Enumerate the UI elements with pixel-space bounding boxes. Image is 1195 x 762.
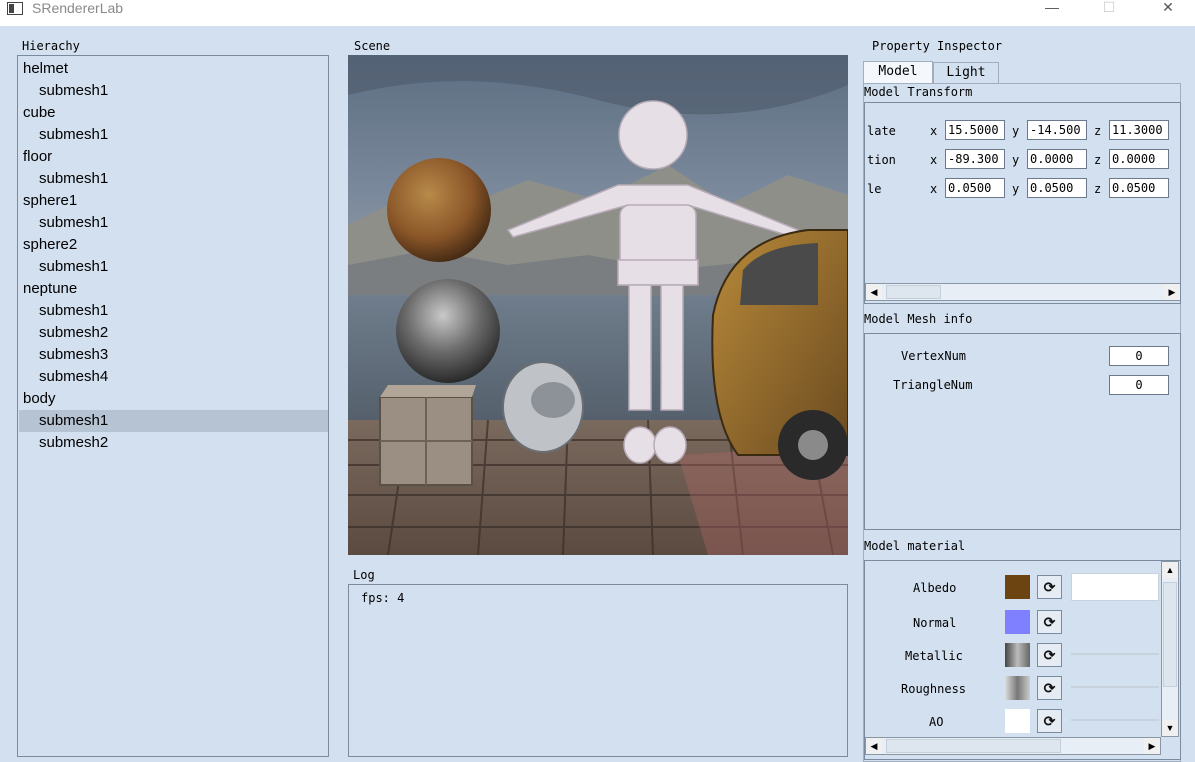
ao-reload-icon[interactable]: ⟳ [1037,709,1062,733]
translate-z-input[interactable]: 11.3000 [1109,120,1169,140]
app-icon [7,2,23,15]
tree-item-submesh[interactable]: submesh1 [19,168,328,190]
scroll-thumb[interactable] [1163,582,1177,687]
roughness-texture-thumb[interactable] [1005,676,1030,700]
axis-z-label: z [1094,153,1102,167]
axis-y-label: y [1012,182,1020,196]
axis-z-label: z [1094,182,1102,196]
axis-x-label: x [930,153,938,167]
tree-item-submesh[interactable]: submesh1 [19,80,328,102]
minimize-button[interactable]: — [1029,0,1075,18]
ao-slider[interactable] [1071,719,1159,721]
log-panel[interactable]: fps: 4 [348,584,848,757]
scroll-up-icon[interactable]: ▲ [1162,562,1178,578]
hierarchy-label: Hierachy [22,39,80,53]
vertex-num-field: 0 [1109,346,1169,366]
normal-texture-thumb[interactable] [1005,610,1030,634]
tree-item-node[interactable]: floor [19,146,328,168]
roughness-reload-icon[interactable]: ⟳ [1037,676,1062,700]
scroll-left-icon[interactable]: ◀ [866,738,882,754]
albedo-label: Albedo [913,581,957,595]
tree-item-submesh[interactable]: submesh1 [19,410,328,432]
axis-y-label: y [1012,124,1020,138]
transform-title: Model Transform [864,85,973,99]
transform-hscrollbar[interactable]: ◀ ▶ [865,283,1180,301]
mesh-info-title: Model Mesh info [864,312,973,326]
material-vscrollbar[interactable]: ▲ ▼ [1161,561,1179,737]
tree-item-node[interactable]: sphere2 [19,234,328,256]
translate-label: late [867,124,896,138]
axis-y-label: y [1012,153,1020,167]
inspector-panel: Model Transform late x 15.5000 y -14.500… [863,83,1181,762]
close-button[interactable]: ✕ [1145,0,1191,18]
metallic-slider[interactable] [1071,653,1159,655]
tree-item-node[interactable]: cube [19,102,328,124]
title-bar [0,0,1195,26]
transform-group: late x 15.5000 y -14.500 z 11.3000 tion … [864,102,1181,304]
tree-item-node[interactable]: body [19,388,328,410]
scale-y-input[interactable]: 0.0500 [1027,178,1087,198]
metallic-reload-icon[interactable]: ⟳ [1037,643,1062,667]
triangle-num-label: TriangleNum [893,378,973,392]
tree-item-submesh[interactable]: submesh2 [19,322,328,344]
metallic-label: Metallic [905,649,963,663]
log-label: Log [353,568,375,582]
roughness-slider[interactable] [1071,686,1159,688]
maximize-button[interactable]: ☐ [1086,0,1132,18]
translate-y-input[interactable]: -14.500 [1027,120,1087,140]
tree-item-submesh[interactable]: submesh1 [19,300,328,322]
translate-x-input[interactable]: 15.5000 [945,120,1005,140]
tree-item-node[interactable]: neptune [19,278,328,300]
tree-item-node[interactable]: sphere1 [19,190,328,212]
tab-light[interactable]: Light [933,62,999,83]
material-group: Albedo ⟳ Normal ⟳ Metallic ⟳ Roughness ⟳… [864,560,1181,760]
normal-reload-icon[interactable]: ⟳ [1037,610,1062,634]
hierarchy-tree[interactable]: helmet submesh1 cube submesh1 floor submesh1 s… [17,55,329,757]
albedo-color-field[interactable] [1071,573,1159,601]
metallic-texture-thumb[interactable] [1005,643,1030,667]
albedo-texture-thumb[interactable] [1005,575,1030,599]
ao-texture-thumb[interactable] [1005,709,1030,733]
axis-x-label: x [930,124,938,138]
tree-item-submesh[interactable]: submesh1 [19,212,328,234]
scroll-left-icon[interactable]: ◀ [866,284,882,300]
tree-item-submesh[interactable]: submesh1 [19,256,328,278]
roughness-label: Roughness [901,682,967,696]
tree-item-submesh[interactable]: submesh4 [19,366,328,388]
rotation-z-input[interactable]: 0.0000 [1109,149,1169,169]
vertex-num-label: VertexNum [901,349,967,363]
material-title: Model material [864,539,966,553]
axis-z-label: z [1094,124,1102,138]
scale-x-input[interactable]: 0.0500 [945,178,1005,198]
scroll-thumb[interactable] [886,285,941,299]
scene-viewport[interactable] [348,55,848,555]
tree-item-submesh[interactable]: submesh3 [19,344,328,366]
ao-label: AO [929,715,944,729]
scroll-right-icon[interactable]: ▶ [1164,284,1180,300]
triangle-num-field: 0 [1109,375,1169,395]
material-hscrollbar[interactable]: ◀ ▶ [865,737,1161,755]
scroll-down-icon[interactable]: ▼ [1162,720,1178,736]
scale-label: le [867,182,882,196]
window-title: SRendererLab [32,0,124,16]
axis-x-label: x [930,182,938,196]
tree-item-submesh[interactable]: submesh1 [19,124,328,146]
tree-item-node[interactable]: helmet [19,58,328,80]
albedo-reload-icon[interactable]: ⟳ [1037,575,1062,599]
rotation-label: tion [867,153,896,167]
rotation-y-input[interactable]: 0.0000 [1027,149,1087,169]
inspector-label: Property Inspector [872,39,1003,53]
tree-item-submesh[interactable]: submesh2 [19,432,328,454]
mesh-info-group: VertexNum 0 TriangleNum 0 [864,333,1181,530]
normal-label: Normal [913,616,957,630]
scroll-thumb[interactable] [886,739,1061,753]
log-line: fps: 4 [361,591,405,605]
tab-model[interactable]: Model [863,61,933,83]
rotation-x-input[interactable]: -89.300 [945,149,1005,169]
scene-render [348,55,848,555]
scroll-right-icon[interactable]: ▶ [1144,738,1160,754]
scale-z-input[interactable]: 0.0500 [1109,178,1169,198]
scene-label: Scene [354,39,391,53]
